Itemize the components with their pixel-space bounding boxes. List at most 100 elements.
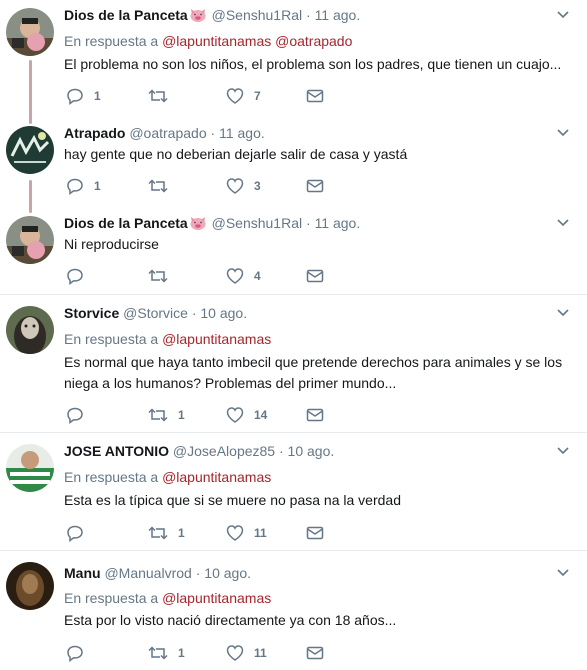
- reply-icon: [67, 525, 83, 542]
- like-button[interactable]: 11: [226, 523, 267, 543]
- like-button[interactable]: 11: [226, 643, 267, 663]
- tweet[interactable]: Storvice @Storvice · 10 ago. En respuest…: [0, 296, 587, 433]
- tweet-header: JOSE ANTONIO @JoseAlopez85 · 10 ago.: [64, 443, 335, 459]
- chevron-down-icon[interactable]: [557, 447, 569, 455]
- username[interactable]: @oatrapado: [129, 125, 206, 141]
- chevron-down-icon[interactable]: [557, 129, 569, 137]
- direct-message-button[interactable]: [306, 176, 324, 196]
- like-button[interactable]: 14: [226, 405, 267, 425]
- reply-button[interactable]: [66, 266, 94, 286]
- reply-icon: [67, 645, 83, 662]
- display-name[interactable]: Atrapado: [64, 125, 125, 141]
- timestamp[interactable]: 11 ago.: [315, 215, 361, 231]
- tweet-text: hay gente que no deberian dejarle salir …: [64, 146, 408, 162]
- timestamp[interactable]: 10 ago.: [204, 565, 251, 581]
- reply-context: En respuesta a @lapuntitanamas: [64, 590, 272, 606]
- like-button[interactable]: 4: [226, 266, 261, 286]
- avatar[interactable]: [6, 8, 54, 56]
- retweet-button[interactable]: [148, 266, 178, 286]
- reply-icon: [67, 88, 83, 105]
- direct-message-button[interactable]: [306, 86, 324, 106]
- direct-message-button[interactable]: [306, 643, 324, 663]
- like-icon: [226, 525, 244, 541]
- tweet-actions: 1 14: [64, 405, 364, 425]
- tweet-header: Dios de la Panceta @Senshu1Ral · 11 ago.: [64, 215, 361, 231]
- reply-context: En respuesta a @lapuntitanamas: [64, 469, 272, 485]
- timestamp[interactable]: 11 ago.: [315, 7, 361, 23]
- chevron-down-icon[interactable]: [557, 569, 569, 577]
- mention-link[interactable]: @lapuntitanamas @oatrapado: [162, 33, 352, 49]
- reply-button[interactable]: 1: [66, 86, 101, 106]
- retweet-button[interactable]: 1: [148, 643, 185, 663]
- avatar[interactable]: [6, 562, 54, 610]
- chevron-down-icon[interactable]: [557, 219, 569, 227]
- avatar[interactable]: [6, 126, 54, 174]
- mention-link[interactable]: @lapuntitanamas: [162, 469, 271, 485]
- like-icon: [226, 88, 244, 104]
- direct-message-button[interactable]: [306, 266, 324, 286]
- like-count: 4: [254, 269, 261, 283]
- tweet[interactable]: Dios de la Panceta @Senshu1Ral · 11 ago.…: [0, 0, 587, 118]
- like-count: 14: [254, 408, 268, 422]
- retweet-icon: [148, 408, 168, 422]
- direct-message-icon: [306, 408, 324, 422]
- username[interactable]: @JoseAlopez85: [173, 443, 275, 459]
- chevron-down-icon[interactable]: [557, 309, 569, 317]
- display-name[interactable]: Dios de la Panceta: [64, 215, 188, 231]
- like-button[interactable]: 7: [226, 86, 261, 106]
- retweet-count: 1: [178, 408, 185, 422]
- avatar[interactable]: [6, 306, 54, 354]
- direct-message-icon: [306, 89, 324, 103]
- tweet[interactable]: JOSE ANTONIO @JoseAlopez85 · 10 ago. En …: [0, 434, 587, 551]
- display-name[interactable]: Storvice: [64, 305, 119, 321]
- reply-button[interactable]: [66, 523, 94, 543]
- retweet-button[interactable]: [148, 86, 178, 106]
- reply-count: 1: [94, 179, 101, 193]
- retweet-button[interactable]: 1: [148, 405, 185, 425]
- reply-button[interactable]: [66, 643, 94, 663]
- timestamp[interactable]: 10 ago.: [200, 305, 247, 321]
- tweet[interactable]: Atrapado @oatrapado · 11 ago. hay gente …: [0, 118, 587, 208]
- tweet[interactable]: Dios de la Panceta @Senshu1Ral · 11 ago.…: [0, 208, 587, 295]
- avatar[interactable]: [6, 216, 54, 264]
- username[interactable]: @Manualvrod: [104, 565, 191, 581]
- reply-button[interactable]: 1: [66, 176, 101, 196]
- like-button[interactable]: 3: [226, 176, 261, 196]
- timestamp[interactable]: 10 ago.: [288, 443, 335, 459]
- direct-message-icon: [306, 179, 324, 193]
- tweet-text: El problema no son los niños, el problem…: [64, 56, 562, 72]
- tweet-header: Manu @Manualvrod · 10 ago.: [64, 565, 251, 581]
- mention-link[interactable]: @lapuntitanamas: [162, 590, 271, 606]
- tweet-actions: 1 3: [64, 176, 364, 196]
- username[interactable]: @Senshu1Ral: [212, 215, 303, 231]
- like-icon: [226, 645, 244, 661]
- pig-emoji-icon: [190, 9, 206, 22]
- reply-icon: [67, 268, 83, 285]
- retweet-icon: [148, 269, 168, 283]
- retweet-button[interactable]: [148, 176, 178, 196]
- direct-message-icon: [306, 646, 324, 660]
- reply-button[interactable]: [66, 405, 94, 425]
- reply-icon: [67, 407, 83, 424]
- username[interactable]: @Storvice: [123, 305, 188, 321]
- direct-message-button[interactable]: [306, 523, 324, 543]
- mention-link[interactable]: @lapuntitanamas: [162, 331, 271, 347]
- like-count: 3: [254, 179, 261, 193]
- chevron-down-icon[interactable]: [557, 11, 569, 19]
- tweet-actions: 1 7: [64, 86, 364, 106]
- like-count: 7: [254, 89, 261, 103]
- like-icon: [226, 178, 244, 194]
- display-name[interactable]: JOSE ANTONIO: [64, 443, 169, 459]
- direct-message-button[interactable]: [306, 405, 324, 425]
- username[interactable]: @Senshu1Ral: [212, 7, 303, 23]
- reply-icon: [67, 178, 83, 195]
- avatar[interactable]: [6, 444, 54, 492]
- tweet-actions: 4: [64, 266, 364, 286]
- tweet-text: Esta es la típica que si se muere no pas…: [64, 492, 401, 508]
- tweet-header: Dios de la Panceta @Senshu1Ral · 11 ago.: [64, 7, 361, 23]
- timestamp[interactable]: 11 ago.: [219, 125, 265, 141]
- display-name[interactable]: Dios de la Panceta: [64, 7, 188, 23]
- retweet-button[interactable]: 1: [148, 523, 185, 543]
- tweet[interactable]: Manu @Manualvrod · 10 ago. En respuesta …: [0, 552, 587, 670]
- display-name[interactable]: Manu: [64, 565, 101, 581]
